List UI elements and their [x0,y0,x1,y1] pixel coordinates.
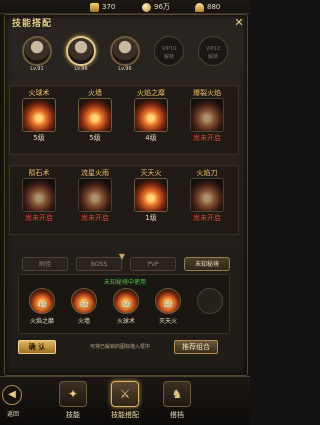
hero-level: Lv.91 [30,66,44,72]
tab-boss[interactable]: BOSS [76,257,122,271]
silver-resource: 96万 [142,1,170,13]
gold-value: 370 [102,3,116,11]
skill-name: 陨石术 [28,169,50,177]
loadout-slot-5-empty[interactable] [193,288,227,314]
skill-flame-blade[interactable]: 火焰刀 尚未开启 [184,168,230,224]
skill-level: 尚未开启 [81,214,109,222]
loadout-slot-1[interactable]: 4级 火焰之靡 [25,288,59,325]
loadout-slot-3[interactable]: 5级 火球术 [109,288,143,325]
hero-selector: Lv.91 Lv.96 Lv.96 VIP10 解锁 VIP12 解锁 [22,36,232,78]
skill-name: 火球术 [28,89,50,97]
tab-grinding[interactable]: 刷怪 [22,257,68,271]
nav-skill-loadout[interactable]: ⚔ 技能搭配 [102,381,148,425]
skill-level: 5级 [33,134,45,142]
flame-blade-icon [190,178,224,212]
skill-fireball[interactable]: 火球术 5级 [16,88,62,144]
skill-sky-fire[interactable]: 灭天火 1级 [128,168,174,224]
skill-name: 灭天火 [140,169,162,177]
back-label: 返回 [6,411,19,418]
slot-level: 4级 [37,302,47,309]
skill-level: 尚未开启 [193,134,221,142]
skill-level: 尚未开启 [25,214,53,222]
skill-name: 火焰之靡 [137,89,165,97]
slot-skill-name: 火焰之靡 [29,318,54,325]
nav-partner[interactable]: ♞ 搭档 [154,381,200,425]
nav-label: 搭档 [170,411,184,419]
slot-skill-name: 火墙 [77,318,90,325]
sky-fire-icon [134,178,168,212]
ingot-resource: 880 [195,1,220,13]
skill-level: 5级 [89,134,101,142]
resource-bar: 370 96万 880 [0,0,250,14]
firewall-icon [78,98,112,132]
nav-label: 技能 [66,411,80,419]
hero-level: Lv.96 [118,66,132,72]
bottom-nav: ◀ 返回 ✦ 技能 ⚔ 技能搭配 ♞ 搭档 [0,376,250,425]
loadout-slot-2[interactable]: 5级 火墙 [67,288,101,325]
hero-avatar-2[interactable] [66,36,96,66]
flame-swirl-icon [134,98,168,132]
skill-grid-row-2: 陨石术 尚未开启 流星火雨 尚未开启 灭天火 1级 火焰刀 尚未开启 [9,165,239,235]
gold-bar-icon [90,2,99,12]
mode-tabs: 刷怪 BOSS PVP 未知秘境 [22,257,232,271]
silver-value: 96万 [154,3,170,11]
skill-meteor-shower[interactable]: 流星火雨 尚未开启 [72,168,118,224]
loadout-caption: 未知秘境中使用 [103,279,146,286]
ingot-value: 880 [207,3,221,11]
skill-grid-row-1: 火球术 5级 火墙 5级 火焰之靡 4级 爆裂火焰 尚未开启 [9,85,239,155]
hero-avatar-3[interactable] [110,36,140,66]
skill-name: 流星火雨 [81,169,109,177]
explosion-icon [190,98,224,132]
partner-icon: ♞ [163,381,191,407]
skill-firewall[interactable]: 火墙 5级 [72,88,118,144]
loadout-slot-4[interactable]: 1级 灭天火 [151,288,185,325]
skill-name: 爆裂火焰 [193,89,221,97]
sword-icon: ⚔ [111,381,139,407]
vip10-locked-slot[interactable]: VIP10 解锁 [154,36,184,66]
empty-slot [197,288,223,314]
gold-resource: 370 [90,1,115,13]
close-button[interactable]: ✕ [232,16,246,30]
skill-name: 火墙 [88,89,102,97]
skill-loadout-slots: 未知秘境中使用 4级 火焰之靡 5级 火墙 5级 火球术 1级 灭天火 [18,274,230,334]
nav-label: 技能搭配 [111,411,139,419]
skill-level: 1级 [145,214,157,222]
confirm-button[interactable]: 确 认 [18,340,56,354]
skill-level: 尚未开启 [193,214,221,222]
slot-skill-name: 灭天火 [158,318,177,325]
drag-hint: 可将已解锁的图标拖入框中 [89,344,150,350]
skill-name: 火焰刀 [196,169,218,177]
vip12-locked-slot[interactable]: VIP12 解锁 [198,36,228,66]
back-arrow-icon: ◀ [2,385,22,405]
fire-rain-icon [78,178,112,212]
ingot-icon [195,2,204,12]
slot-level: 5级 [79,302,89,309]
slot-skill-name: 火球术 [116,318,135,325]
panel-title: 技能搭配 [12,19,53,29]
back-button[interactable]: ◀ 返回 [2,385,24,421]
nav-skills[interactable]: ✦ 技能 [50,381,96,425]
skill-flame-dance[interactable]: 火焰之靡 4级 [128,88,174,144]
tab-unknown-realm[interactable]: 未知秘境 [184,257,230,271]
slot-level: 5级 [121,302,131,309]
skill-meteor[interactable]: 陨石术 尚未开启 [16,168,62,224]
tab-pvp[interactable]: PVP [130,257,176,271]
fireball-icon [22,98,56,132]
coin-icon [142,2,151,12]
book-icon: ✦ [59,381,87,407]
hero-avatar-1[interactable] [22,36,52,66]
slot-level: 1级 [163,302,173,309]
recommend-combo-button[interactable]: 推荐组合 [174,340,218,354]
meteor-icon [22,178,56,212]
skill-level: 4级 [145,134,157,142]
skill-explosive-flame[interactable]: 爆裂火焰 尚未开启 [184,88,230,144]
hero-level: Lv.96 [74,66,88,72]
